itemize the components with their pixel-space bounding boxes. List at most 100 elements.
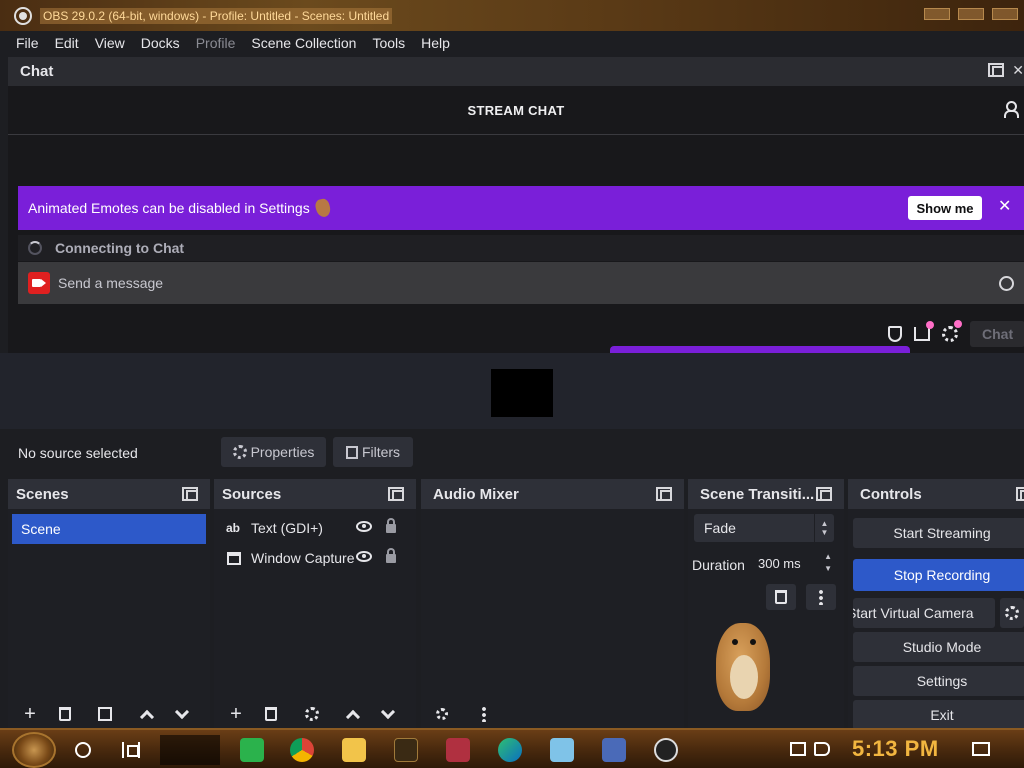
cart-icon[interactable] <box>914 327 930 341</box>
minimize-button[interactable] <box>924 8 950 20</box>
scene-list-item[interactable]: Scene <box>12 514 206 544</box>
menu-view[interactable]: View <box>87 35 133 51</box>
remove-source-icon[interactable] <box>258 702 284 726</box>
hamster-sticker-image <box>710 609 780 719</box>
transitions-body: Fade ▲ ▼ Duration 300 ms ▲ ▼ <box>688 509 844 728</box>
obs-taskbar-icon[interactable] <box>654 738 678 762</box>
scene-filters-icon[interactable] <box>92 702 118 726</box>
search-icon[interactable] <box>75 742 91 758</box>
studio-mode-button[interactable]: Studio Mode <box>853 632 1024 662</box>
exit-button[interactable]: Exit <box>853 700 1024 728</box>
select-arrows-icon: ▲ ▼ <box>814 514 834 542</box>
start-streaming-button[interactable]: Start Streaming <box>853 518 1024 548</box>
media-app-icon[interactable] <box>446 738 470 762</box>
add-source-icon[interactable]: + <box>223 702 249 726</box>
notification-dot <box>926 321 934 329</box>
transition-menu-button[interactable] <box>806 584 836 610</box>
mod-shield-icon[interactable] <box>888 326 902 342</box>
start-button[interactable] <box>12 732 56 768</box>
emote-picker-icon[interactable] <box>999 276 1014 291</box>
chat-message-input[interactable]: Send a message <box>18 262 1024 304</box>
float-dock-icon[interactable] <box>388 487 404 501</box>
menu-edit[interactable]: Edit <box>47 35 87 51</box>
duration-value: 300 ms <box>758 555 801 571</box>
spin-arrows-icon[interactable]: ▲ ▼ <box>824 551 832 575</box>
taskbar: 5:13 PM <box>0 728 1024 768</box>
visibility-eye-icon[interactable] <box>356 521 372 532</box>
scenes-dock: Scenes Scene + <box>8 479 210 728</box>
add-scene-icon[interactable]: + <box>17 702 43 726</box>
float-dock-icon[interactable] <box>182 487 198 501</box>
maximize-button[interactable] <box>958 8 984 20</box>
stop-recording-button[interactable]: Stop Recording <box>853 559 1024 591</box>
transition-select[interactable]: Fade ▲ ▼ <box>694 514 834 542</box>
chrome-icon[interactable] <box>290 738 314 762</box>
preview-canvas[interactable] <box>491 369 553 417</box>
duration-spinbox[interactable]: 300 ms ▲ ▼ <box>750 549 834 577</box>
audio-mixer-dock-header: Audio Mixer <box>421 479 684 509</box>
float-dock-icon[interactable] <box>988 63 1005 77</box>
move-scene-up-icon[interactable] <box>134 702 160 726</box>
show-me-button[interactable]: Show me <box>908 196 982 220</box>
visibility-eye-icon[interactable] <box>356 551 372 562</box>
menu-bar: File Edit View Docks Profile Scene Colle… <box>0 31 1024 55</box>
edge-icon[interactable] <box>498 738 522 762</box>
move-scene-down-icon[interactable] <box>169 702 195 726</box>
sheets-app-icon[interactable] <box>240 738 264 762</box>
start-virtual-camera-button[interactable]: Start Virtual Camera <box>853 598 995 628</box>
close-dock-icon[interactable]: ✕ <box>1012 63 1024 77</box>
controls-dock-header: Controls <box>848 479 1024 509</box>
move-source-down-icon[interactable] <box>375 702 401 726</box>
lock-icon[interactable] <box>386 548 396 563</box>
window-title: OBS 29.0.2 (64-bit, windows) - Profile: … <box>40 7 393 24</box>
message-placeholder: Send a message <box>58 275 164 291</box>
obs-logo-icon <box>14 6 32 25</box>
source-item-text[interactable]: ab Text (GDI+) <box>226 516 406 540</box>
menu-tools[interactable]: Tools <box>364 35 413 51</box>
chat-send-button[interactable]: Chat <box>970 321 1024 347</box>
window-title-bar: OBS 29.0.2 (64-bit, windows) - Profile: … <box>0 0 1024 31</box>
menu-file[interactable]: File <box>8 35 47 51</box>
properties-button[interactable]: Properties <box>221 437 326 467</box>
audio-mixer-menu-icon[interactable] <box>471 702 497 726</box>
float-dock-icon[interactable] <box>1016 487 1024 501</box>
source-item-window-capture[interactable]: Window Capture <box>226 546 406 570</box>
source-properties-icon[interactable] <box>299 702 325 726</box>
task-view-icon[interactable] <box>122 742 140 758</box>
close-banner-icon[interactable]: ✕ <box>998 196 1011 216</box>
transitions-title: Scene Transiti... <box>700 485 815 503</box>
float-dock-icon[interactable] <box>816 487 832 501</box>
menu-help[interactable]: Help <box>413 35 458 51</box>
settings-button[interactable]: Settings <box>853 666 1024 696</box>
file-explorer-icon[interactable] <box>342 738 366 762</box>
move-source-up-icon[interactable] <box>340 702 366 726</box>
sources-dock-header: Sources <box>214 479 416 509</box>
keyboard-app-icon[interactable] <box>602 738 626 762</box>
community-users-icon[interactable] <box>1004 101 1020 118</box>
lock-icon[interactable] <box>386 518 396 533</box>
chat-dock-header: Chat ✕ <box>8 57 1024 86</box>
notes-app-icon[interactable] <box>550 738 574 762</box>
audio-mixer-body <box>421 509 684 728</box>
menu-scene-collection[interactable]: Scene Collection <box>243 35 364 51</box>
notification-center-icon[interactable] <box>972 742 990 756</box>
chat-dock-title: Chat <box>20 63 54 80</box>
network-icon[interactable] <box>790 742 806 756</box>
chat-settings-gear-icon[interactable] <box>942 326 958 342</box>
menu-docks[interactable]: Docks <box>133 35 188 51</box>
filters-button[interactable]: Filters <box>333 437 413 467</box>
calendar-app-icon[interactable] <box>394 738 418 762</box>
virtual-camera-settings-button[interactable] <box>1000 598 1024 628</box>
remove-transition-button[interactable] <box>766 584 796 610</box>
chat-dock: Chat ✕ STREAM CHAT Animated Emotes can b… <box>8 57 1024 354</box>
advanced-audio-gear-icon[interactable] <box>429 702 455 726</box>
taskbar-clock[interactable]: 5:13 PM <box>852 736 939 762</box>
preview-area[interactable] <box>0 353 1024 429</box>
source-label: Text (GDI+) <box>251 520 323 536</box>
source-label: Window Capture <box>251 550 355 566</box>
volume-muted-icon[interactable] <box>814 742 830 756</box>
float-dock-icon[interactable] <box>656 487 672 501</box>
close-window-button[interactable] <box>992 8 1018 20</box>
menu-profile[interactable]: Profile <box>188 35 244 51</box>
remove-scene-icon[interactable] <box>52 702 78 726</box>
